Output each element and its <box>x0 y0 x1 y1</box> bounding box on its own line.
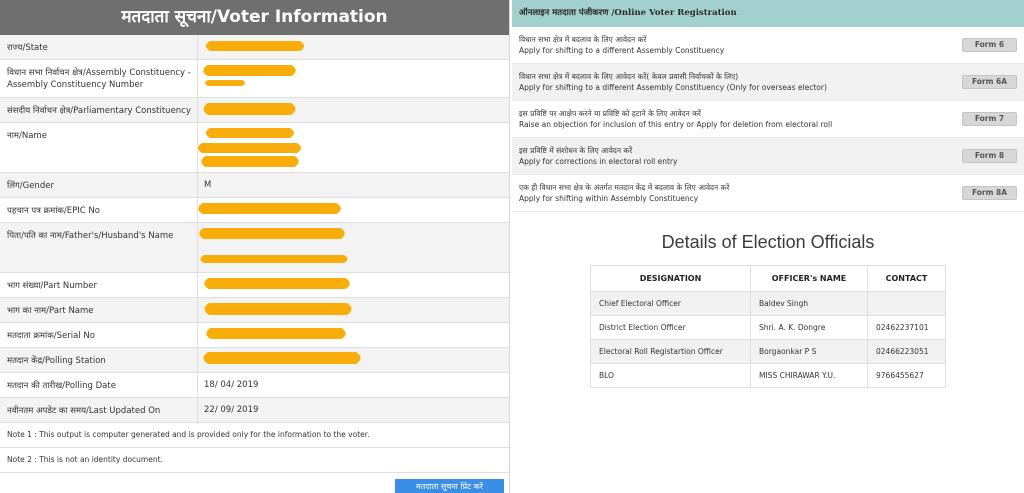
note-2: Note 2 : This is not an identity documen… <box>0 448 509 473</box>
form-button[interactable]: Form 6A <box>962 75 1017 89</box>
redaction-stroke <box>199 228 345 239</box>
form-button[interactable]: Form 8 <box>962 149 1017 163</box>
voter-row: मतदान केंद्र/Polling Station <box>0 348 509 373</box>
redaction-mark <box>203 65 296 86</box>
online-registration-header: ऑनलाइन मतदाता पंजीकरण /Online Voter Regi… <box>512 0 1024 27</box>
form-list: विधान सभा क्षेत्र में बदलाव के लिए आवेदन… <box>512 27 1024 212</box>
form-description-hindi: एक ही विधान सभा क्षेत्र के अंतर्गत मतदान… <box>519 183 730 192</box>
voter-row: भाग संख्या/Part Number <box>0 273 509 298</box>
voter-field-value: M <box>204 180 212 190</box>
voter-info-table: राज्य/State विधान सभा निर्वाचन क्षेत्र/As… <box>0 35 509 423</box>
form-button[interactable]: Form 7 <box>962 112 1017 126</box>
print-voter-info-button[interactable]: मतदाता सूचना प्रिंट करें <box>395 479 504 493</box>
form-row: इस प्रविष्टि पर आक्षेप करने या प्रविष्टि… <box>512 101 1024 138</box>
note-1: Note 1 : This output is computer generat… <box>0 423 509 448</box>
form-description-hindi: इस प्रविष्टि में संशोधन के लिए आवेदन करे… <box>519 146 633 155</box>
officials-cell <box>867 291 946 316</box>
form-description: इस प्रविष्टि में संशोधन के लिए आवेदन करे… <box>519 145 962 167</box>
officials-cell: Baldev Singh <box>750 291 868 316</box>
officials-cell: 9766455627 <box>867 363 946 388</box>
officials-title: Details of Election Officials <box>661 232 875 252</box>
redaction-mark <box>199 228 348 263</box>
form-description-hindi: विधान सभा क्षेत्र में बदलाव के लिए आवेदन… <box>519 35 647 44</box>
form-description-english: Apply for shifting to a different Assemb… <box>519 46 725 55</box>
redaction-mark <box>204 278 350 289</box>
officials-cell: District Election Officer <box>590 315 751 340</box>
form-row: इस प्रविष्टि में संशोधन के लिए आवेदन करे… <box>512 138 1024 175</box>
redaction-stroke <box>205 80 245 86</box>
form-row: एक ही विधान सभा क्षेत्र के अंतर्गत मतदान… <box>512 175 1024 212</box>
voter-row: लिंग/Gender M <box>0 173 509 198</box>
officials-row: Electoral Roll Registartion Officer Borga… <box>590 339 946 364</box>
officials-row: Chief Electoral Officer Baldev Singh <box>590 291 946 316</box>
redaction-stroke <box>204 303 352 315</box>
form-description-english: Apply for shifting within Assembly Const… <box>519 194 699 203</box>
officials-header-row: DESIGNATION OFFICER's NAME CONTACT <box>590 265 946 292</box>
redaction-stroke <box>204 278 350 289</box>
voter-field-value: 18/ 04/ 2019 <box>204 380 259 390</box>
voter-field-value: 22/ 09/ 2019 <box>204 405 259 415</box>
officials-cell: 02466223051 <box>867 339 946 364</box>
redaction-mark <box>198 203 341 214</box>
form-description-hindi: इस प्रविष्टि पर आक्षेप करने या प्रविष्टि… <box>519 109 701 118</box>
voter-row: राज्य/State <box>0 35 509 60</box>
voter-row: विधान सभा निर्वाचन क्षेत्र/Assembly Cons… <box>0 60 509 98</box>
form-description: इस प्रविष्टि पर आक्षेप करने या प्रविष्टि… <box>519 108 962 130</box>
voter-info-title: मतदाता सूचना/Voter Information <box>0 0 509 35</box>
form-description: विधान सभा क्षेत्र में बदलाव के लिए आवेदन… <box>519 71 962 93</box>
voter-field-label: मतदान की तारीख/Polling Date <box>0 373 198 397</box>
redaction-stroke <box>206 128 294 138</box>
voter-field-label: नवीनतम अपडेट का समय/Last Updated On <box>0 398 198 422</box>
officials-cell: MISS CHIRAWAR Y.U. <box>750 363 868 388</box>
redaction-mark <box>206 328 346 339</box>
redaction-stroke <box>206 41 304 51</box>
redaction-stroke <box>198 203 341 214</box>
form-description-english: Raise an objection for inclusion of this… <box>519 120 833 129</box>
officials-cell: Shri. A. K. Dongre <box>750 315 868 340</box>
redaction-mark <box>198 128 301 167</box>
redaction-mark <box>203 352 361 364</box>
officials-cell: 02462237101 <box>867 315 946 340</box>
form-description-english: Apply for corrections in electoral roll … <box>519 157 678 166</box>
officials-row: District Election Officer Shri. A. K. Don… <box>590 315 946 340</box>
voter-row: मतदाता क्रमांक/Serial No <box>0 323 509 348</box>
voter-row: भाग का नाम/Part Name <box>0 298 509 323</box>
form-button[interactable]: Form 8A <box>962 186 1017 200</box>
form-button[interactable]: Form 6 <box>962 38 1017 52</box>
voter-field-label: लिंग/Gender <box>0 173 198 197</box>
officials-column-header: CONTACT <box>867 265 946 292</box>
officials-row: BLO MISS CHIRAWAR Y.U. 9766455627 <box>590 363 946 388</box>
form-description-english: Apply for shifting to a different Assemb… <box>519 83 827 92</box>
form-row: विधान सभा क्षेत्र में बदलाव के लिए आवेदन… <box>512 27 1024 64</box>
voter-row: पिता/पति का नाम/Father's/Husband's Name <box>0 223 509 273</box>
voter-row: नवीनतम अपडेट का समय/Last Updated On 22/ 0… <box>0 398 509 423</box>
officials-cell: Electoral Roll Registartion Officer <box>590 339 751 364</box>
redaction-stroke <box>206 328 346 339</box>
right-panel: ऑनलाइन मतदाता पंजीकरण /Online Voter Regi… <box>512 0 1024 493</box>
redaction-mark <box>206 41 304 51</box>
officials-cell: BLO <box>590 363 751 388</box>
redaction-stroke <box>203 352 361 364</box>
redaction-mark <box>204 303 352 315</box>
voter-row: नाम/Name <box>0 123 509 173</box>
officials-cell: Borgaonkar P S <box>750 339 868 364</box>
redaction-stroke <box>203 65 296 76</box>
redaction-mark <box>203 103 296 115</box>
voter-row: पहचान पत्र क्रमांक/EPIC No <box>0 198 509 223</box>
form-row: विधान सभा क्षेत्र में बदलाव के लिए आवेदन… <box>512 64 1024 101</box>
form-description: एक ही विधान सभा क्षेत्र के अंतर्गत मतदान… <box>519 182 962 204</box>
officials-column-header: DESIGNATION <box>590 265 751 292</box>
redaction-stroke <box>198 143 301 153</box>
redaction-stroke <box>200 255 348 263</box>
voter-row: संसदीय निर्वाचन क्षेत्र/Parliamentary Co… <box>0 98 509 123</box>
form-description: विधान सभा क्षेत्र में बदलाव के लिए आवेदन… <box>519 34 962 56</box>
form-description-hindi: विधान सभा क्षेत्र में बदलाव के लिए आवेदन… <box>519 72 739 81</box>
voter-info-panel: मतदाता सूचना/Voter Information राज्य/Sta… <box>0 0 510 493</box>
redaction-stroke <box>201 156 299 167</box>
officials-column-header: OFFICER's NAME <box>750 265 868 292</box>
officials-table: DESIGNATION OFFICER's NAME CONTACT Chief E… <box>590 265 946 388</box>
officials-cell: Chief Electoral Officer <box>590 291 751 316</box>
voter-row: मतदान की तारीख/Polling Date 18/ 04/ 2019 <box>0 373 509 398</box>
redaction-stroke <box>203 103 296 115</box>
